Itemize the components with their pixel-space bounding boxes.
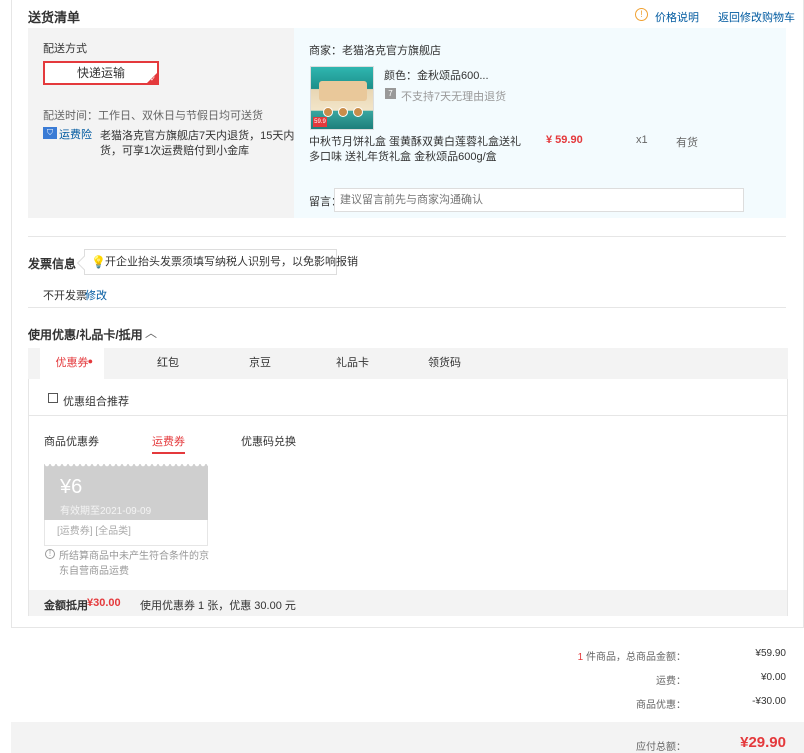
payable-value: ¥29.90 [740,734,786,751]
thumb-price-badge: 59.9 [313,117,327,127]
shipping-method-panel [28,28,294,218]
invoice-tip: 💡 开企业抬头发票须填写纳税人识别号，以免影响报销 [76,249,358,275]
collapse-chevron-icon[interactable]: ︿ [145,324,157,341]
tab-coupon-label: 优惠券 [55,357,89,369]
coupon-amount: ¥6 [60,476,83,498]
combo-checkbox[interactable] [48,393,58,403]
combo-label: 优惠组合推荐 [63,396,129,408]
tab-jingdou[interactable]: 京豆 [249,348,271,379]
message-input[interactable] [334,188,744,212]
coupon-note-line1: 所结算商品中未产生符合条件的京 [59,551,209,562]
tab-pickup-code[interactable]: 领货码 [428,348,461,379]
coupon-expiry: 有效期至2021-09-09 [60,506,152,517]
lightbulb-icon: 💡 [91,255,106,269]
mooncake-graphic [323,107,333,117]
invoice-title: 发票信息 [28,257,77,271]
shipping-list-title: 送货清单 [28,10,81,25]
payable-label: 应付总额： [636,742,686,753]
subtab-freight-coupon[interactable]: 运费券 [152,433,185,454]
divider [28,307,786,308]
gift-box-graphic [319,81,367,101]
no-return-badge-icon: 7 [385,88,396,99]
divider [29,415,787,416]
discount-label: 商品优惠： [636,700,686,711]
info-icon: ! [45,549,55,559]
tab-gift-card[interactable]: 礼品卡 [336,348,369,379]
coupon-note-line2: 东自营商品运费 [59,566,129,577]
merchant-name: 商家：老猫洛克官方旗舰店 [309,45,441,57]
coupon-card[interactable]: ¥6 有效期至2021-09-09 [44,464,208,520]
shield-icon: ⛉ [43,127,57,139]
product-name-line2[interactable]: 多口味 送礼年货礼盒 金秋颂品600g/盒 [309,148,497,164]
goods-total-label-text: 件商品，总商品金额： [583,652,686,663]
coupon-tags: [运费券] [全品类] [44,520,208,546]
product-image[interactable]: 59.9 [310,66,374,130]
goods-total-label: 1 件商品，总商品金额： [578,648,686,663]
freight-label: 运费： [656,676,686,687]
info-icon: ! [635,8,648,21]
shipping-method-label: 配送方式 [43,43,87,55]
subtab-code-redeem[interactable]: 优惠码兑换 [241,433,296,449]
goods-total-value: ¥59.90 [755,648,786,659]
discount-value: -¥30.00 [752,696,786,707]
product-name-line1[interactable]: 中秋节月饼礼盒 蛋黄酥双黄白莲蓉礼盒送礼 [309,133,521,149]
check-icon: ✓ [150,76,156,83]
no-return-notice: 不支持7天无理由退货 [401,91,507,103]
divider [28,236,786,237]
stock-status: 有货 [676,137,698,149]
delivery-time: 配送时间：工作日、双休日与节假日均可送货 [43,110,263,122]
product-qty: x1 [636,134,648,146]
invoice-edit-link[interactable]: 修改 [85,287,107,303]
insurance-desc-line2: 货，可享1次运费赔付到小金库 [100,145,250,157]
product-color: 颜色：金秋颂品600... [384,70,489,82]
coupon-footer-label: 金额抵用 [44,600,88,612]
invoice-tip-text: 开企业抬头发票须填写纳税人识别号，以免影响报销 [105,256,358,268]
insurance-desc-line1: 老猫洛克官方旗舰店7天内退货，15天内换 [100,130,306,142]
subtab-goods-coupon[interactable]: 商品优惠券 [44,433,99,449]
red-dot-icon: ● [87,356,93,366]
coupons-title: 使用优惠/礼品卡/抵用 [28,328,143,342]
freight-value: ¥0.00 [760,672,786,683]
coupon-footer-amount: ¥30.00 [87,597,121,609]
mooncake-graphic [353,107,363,117]
coupon-footer-desc: 使用优惠券 1 张，优惠 30.00 元 [140,600,296,612]
tab-coupon[interactable]: 优惠券 ● [40,348,104,379]
freight-insurance-link[interactable]: 运费险 [59,126,92,142]
coupon-tabbar [28,348,788,379]
mooncake-graphic [338,107,348,117]
invoice-value: 不开发票 [43,290,87,302]
express-shipping-button[interactable]: 快递运输 ✓ [43,61,159,85]
product-price: ¥ 59.90 [546,134,583,146]
price-info-link[interactable]: 价格说明 [655,9,699,25]
express-shipping-label: 快递运输 [76,66,125,80]
coupon-edge [44,464,208,468]
tab-red-packet[interactable]: 红包 [157,348,179,379]
back-to-cart-link[interactable]: 返回修改购物车 [718,9,795,25]
